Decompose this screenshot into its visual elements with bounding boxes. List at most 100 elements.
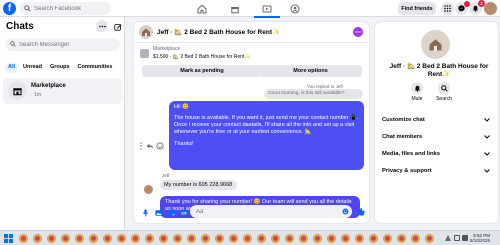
- reply-icon[interactable]: [146, 142, 154, 150]
- conversation-details-panel: Jeff · 🏡 2 Bed 2 Bath House for Rent✨ Mu…: [375, 22, 498, 223]
- facebook-search-input[interactable]: [34, 2, 108, 15]
- filter-groups[interactable]: Groups: [47, 62, 73, 73]
- taskbar-app-icon[interactable]: [243, 234, 252, 243]
- taskbar-app-icon[interactable]: [257, 234, 266, 243]
- facebook-search[interactable]: [19, 2, 111, 15]
- volume-icon[interactable]: [462, 235, 468, 241]
- house-icon: [428, 37, 443, 52]
- clock-date: 8/10/2025: [470, 238, 491, 244]
- image-icon[interactable]: [155, 209, 163, 217]
- taskbar-app-icon[interactable]: [187, 234, 196, 243]
- taskbar-app-icon[interactable]: [285, 234, 294, 243]
- taskbar-app-icon[interactable]: [47, 234, 56, 243]
- taskbar-app-icon[interactable]: [117, 234, 126, 243]
- sender-avatar[interactable]: [144, 185, 153, 194]
- messenger-button[interactable]: [455, 1, 470, 15]
- search-in-conversation-button[interactable]: [438, 82, 450, 94]
- taskbar-app-icon[interactable]: [299, 234, 308, 243]
- menu-grid-button[interactable]: [441, 2, 454, 15]
- react-icon[interactable]: [156, 142, 164, 150]
- message-more-icon[interactable]: [139, 142, 143, 150]
- conversation-title[interactable]: Jeff · 🏡 2 Bed 2 Bath House for Rent✨: [157, 28, 280, 36]
- house-icon: [141, 27, 151, 37]
- system-tray-chevron-icon[interactable]: [445, 235, 451, 241]
- nav-watch[interactable]: [254, 0, 280, 18]
- taskbar-app-icon[interactable]: [201, 234, 210, 243]
- chat-members-row[interactable]: Chat members: [380, 130, 493, 145]
- listing-thumbnail[interactable]: [140, 49, 149, 58]
- conversation-info-button[interactable]: [353, 27, 363, 37]
- more-dots-icon: [98, 23, 106, 30]
- received-message[interactable]: My number is 605 228.9668: [160, 180, 237, 190]
- taskbar-app-icon[interactable]: [103, 234, 112, 243]
- notifications-button[interactable]: 2: [469, 0, 485, 15]
- emoji-icon[interactable]: [342, 208, 349, 215]
- start-menu-icon[interactable]: [4, 234, 13, 243]
- media-files-links-row[interactable]: Media, files and links: [380, 147, 493, 162]
- nav-marketplace[interactable]: [222, 0, 248, 17]
- conversation-avatar[interactable]: [139, 25, 153, 39]
- sent-message-1-closing: Thanks!: [174, 140, 194, 147]
- media-files-links-label: Media, files and links: [382, 151, 440, 157]
- taskbar-app-icon[interactable]: [33, 234, 42, 243]
- more-options-button[interactable]: More options: [259, 65, 362, 77]
- taskbar-app-icon[interactable]: [383, 234, 392, 243]
- customize-chat-row[interactable]: Customize chat: [380, 113, 493, 128]
- taskbar-app-icon[interactable]: [89, 234, 98, 243]
- taskbar-app-icon[interactable]: [61, 234, 70, 243]
- sent-message-1[interactable]: Hi! 😊 The house is available. If you wan…: [169, 101, 364, 170]
- taskbar-app-icon[interactable]: [425, 234, 434, 243]
- taskbar-app-icon[interactable]: [215, 234, 224, 243]
- taskbar-app-icon[interactable]: [397, 234, 406, 243]
- nav-groups[interactable]: [282, 0, 308, 17]
- facebook-logo[interactable]: f: [3, 2, 16, 15]
- privacy-support-row[interactable]: Privacy & support: [380, 164, 493, 179]
- message-input[interactable]: [196, 205, 336, 218]
- taskbar-app-icon[interactable]: [75, 234, 84, 243]
- taskbar-app-icon[interactable]: [341, 234, 350, 243]
- taskbar-app-icon[interactable]: [271, 234, 280, 243]
- chevron-down-icon: [484, 169, 490, 173]
- chat-list-item-marketplace[interactable]: Marketplace · 1m: [3, 78, 122, 104]
- filter-communities[interactable]: Communities: [75, 62, 116, 73]
- taskbar-app-icon[interactable]: [159, 234, 168, 243]
- find-friends-button[interactable]: Find friends: [398, 2, 436, 15]
- clock[interactable]: 5:52 PM 8/10/2025: [470, 233, 490, 243]
- sticker-icon[interactable]: [168, 209, 176, 217]
- messenger-search[interactable]: [5, 38, 120, 51]
- filter-unread[interactable]: Unread: [20, 62, 45, 73]
- filter-all[interactable]: All: [5, 62, 19, 73]
- quoted-message[interactable]: Good morning, is this still available?: [264, 89, 363, 99]
- taskbar-app-icon[interactable]: [411, 234, 420, 243]
- chats-title: Chats: [6, 21, 34, 32]
- mark-as-pending-button[interactable]: Mark as pending: [142, 65, 262, 77]
- search-action[interactable]: Search: [431, 82, 457, 102]
- search-icon: [440, 84, 448, 92]
- nav-home[interactable]: [189, 0, 215, 17]
- new-message-button[interactable]: [111, 20, 123, 32]
- chats-sidebar: Chats All Unread Groups Communities Mark…: [0, 17, 125, 230]
- taskbar-app-icon[interactable]: [145, 234, 154, 243]
- mute-button[interactable]: [411, 82, 423, 94]
- taskbar-app-icon[interactable]: [19, 234, 28, 243]
- taskbar-app-icon[interactable]: [369, 234, 378, 243]
- like-icon[interactable]: [356, 207, 365, 216]
- taskbar-app-icon[interactable]: [131, 234, 140, 243]
- message-input-field[interactable]: [190, 205, 352, 218]
- microphone-icon[interactable]: [142, 209, 149, 217]
- network-icon[interactable]: [454, 235, 460, 241]
- taskbar-app-icon[interactable]: [355, 234, 364, 243]
- profile-avatar[interactable]: [484, 2, 497, 15]
- taskbar-app-icon[interactable]: [173, 234, 182, 243]
- taskbar-app-icon[interactable]: [229, 234, 238, 243]
- taskbar-app-icon[interactable]: [313, 234, 322, 243]
- mute-action[interactable]: Mute: [404, 82, 430, 102]
- chat-time: · 1m: [31, 92, 41, 98]
- listing-summary[interactable]: $1,500 · 🏡 2 Bed 2 Bath House for Rent✨: [153, 54, 251, 60]
- details-avatar[interactable]: [421, 30, 450, 59]
- chats-options-button[interactable]: [96, 20, 108, 32]
- gif-icon[interactable]: GIF: [180, 209, 188, 217]
- bell-icon: [414, 85, 421, 92]
- messenger-search-input[interactable]: [19, 38, 117, 51]
- taskbar-app-icon[interactable]: [327, 234, 336, 243]
